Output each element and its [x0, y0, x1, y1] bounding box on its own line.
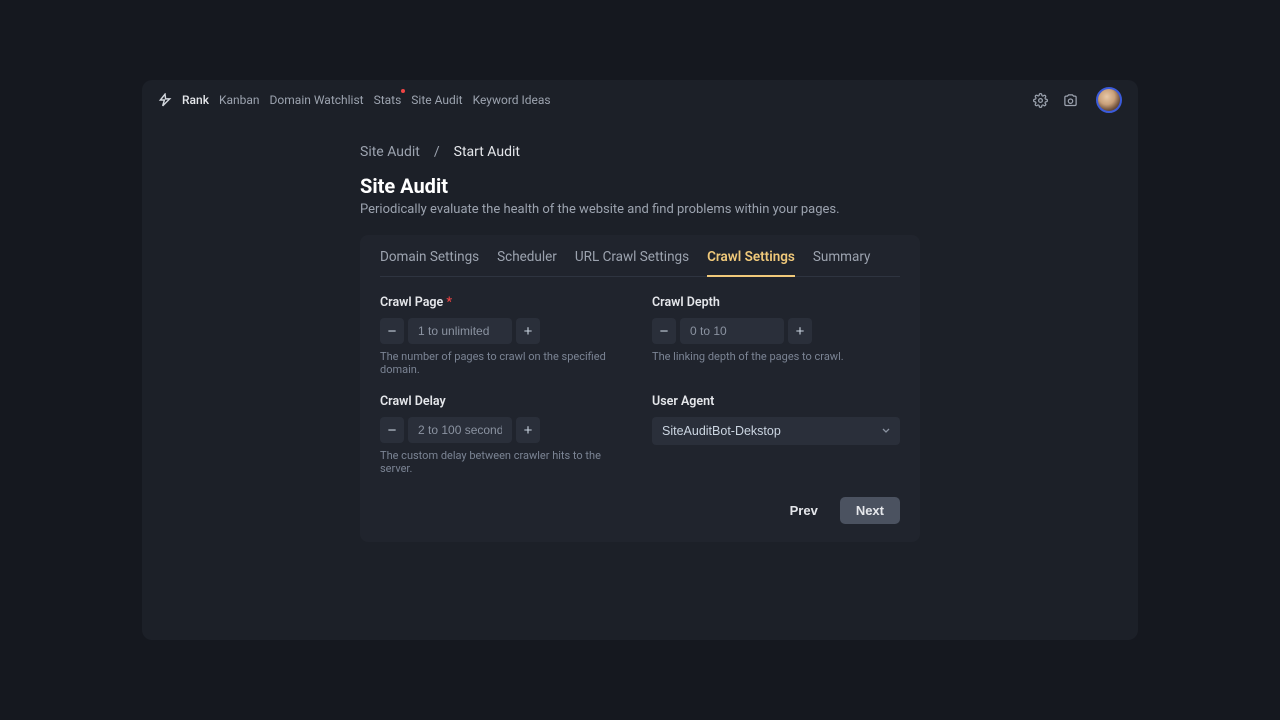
form-actions: Prev Next	[380, 497, 900, 524]
crawl-delay-input[interactable]	[408, 417, 512, 443]
nav-items: Rank Kanban Domain Watchlist Stats Site …	[182, 93, 551, 107]
next-button[interactable]: Next	[840, 497, 900, 524]
nav-item-keyword-ideas[interactable]: Keyword Ideas	[473, 93, 551, 107]
camera-icon[interactable]	[1062, 92, 1078, 108]
breadcrumb-parent[interactable]: Site Audit	[360, 144, 420, 160]
field-crawl-page: Crawl Page * − + The number of pages to …	[380, 295, 628, 376]
page-title: Site Audit	[360, 174, 920, 198]
stepper-crawl-page: − +	[380, 318, 628, 344]
hint-crawl-delay: The custom delay between crawler hits to…	[380, 449, 628, 475]
stepper-crawl-depth: − +	[652, 318, 900, 344]
app-window: Rank Kanban Domain Watchlist Stats Site …	[142, 80, 1138, 640]
increment-button[interactable]: +	[788, 318, 812, 344]
hint-crawl-page: The number of pages to crawl on the spec…	[380, 350, 628, 376]
avatar[interactable]	[1096, 87, 1122, 113]
required-asterisk: *	[446, 295, 452, 310]
field-crawl-delay: Crawl Delay − + The custom delay between…	[380, 394, 628, 475]
notification-dot-icon	[401, 89, 405, 93]
decrement-button[interactable]: −	[652, 318, 676, 344]
breadcrumb-current: Start Audit	[454, 144, 520, 160]
gear-icon[interactable]	[1032, 92, 1048, 108]
nav-item-stats[interactable]: Stats	[374, 93, 402, 107]
tab-domain-settings[interactable]: Domain Settings	[380, 249, 479, 277]
increment-button[interactable]: +	[516, 318, 540, 344]
breadcrumb-separator: /	[434, 144, 440, 160]
page-description: Periodically evaluate the health of the …	[360, 202, 920, 217]
tab-bar: Domain Settings Scheduler URL Crawl Sett…	[380, 249, 900, 277]
main-content: Site Audit / Start Audit Site Audit Peri…	[142, 120, 1138, 542]
breadcrumb: Site Audit / Start Audit	[360, 144, 920, 160]
crawl-page-input[interactable]	[408, 318, 512, 344]
decrement-button[interactable]: −	[380, 318, 404, 344]
nav-item-kanban[interactable]: Kanban	[219, 93, 260, 107]
label-crawl-page: Crawl Page *	[380, 295, 628, 310]
label-crawl-delay: Crawl Delay	[380, 394, 628, 409]
nav-item-rank[interactable]: Rank	[182, 93, 209, 107]
crawl-depth-input[interactable]	[680, 318, 784, 344]
nav-item-site-audit[interactable]: Site Audit	[411, 93, 462, 107]
nav-item-domain-watchlist[interactable]: Domain Watchlist	[270, 93, 364, 107]
tab-crawl-settings[interactable]: Crawl Settings	[707, 249, 795, 277]
prev-button[interactable]: Prev	[780, 497, 828, 524]
settings-card: Domain Settings Scheduler URL Crawl Sett…	[360, 235, 920, 542]
field-crawl-depth: Crawl Depth − + The linking depth of the…	[652, 295, 900, 376]
stepper-crawl-delay: − +	[380, 417, 628, 443]
label-crawl-depth: Crawl Depth	[652, 295, 900, 310]
form-grid: Crawl Page * − + The number of pages to …	[380, 295, 900, 475]
app-logo-icon	[158, 93, 172, 107]
tab-summary[interactable]: Summary	[813, 249, 871, 277]
tab-url-crawl-settings[interactable]: URL Crawl Settings	[575, 249, 689, 277]
tab-scheduler[interactable]: Scheduler	[497, 249, 557, 277]
top-navbar: Rank Kanban Domain Watchlist Stats Site …	[142, 80, 1138, 120]
increment-button[interactable]: +	[516, 417, 540, 443]
decrement-button[interactable]: −	[380, 417, 404, 443]
label-user-agent: User Agent	[652, 394, 900, 409]
hint-crawl-depth: The linking depth of the pages to crawl.	[652, 350, 900, 363]
field-user-agent: User Agent SiteAuditBot-Dekstop	[652, 394, 900, 475]
user-agent-select[interactable]: SiteAuditBot-Dekstop	[652, 417, 900, 445]
